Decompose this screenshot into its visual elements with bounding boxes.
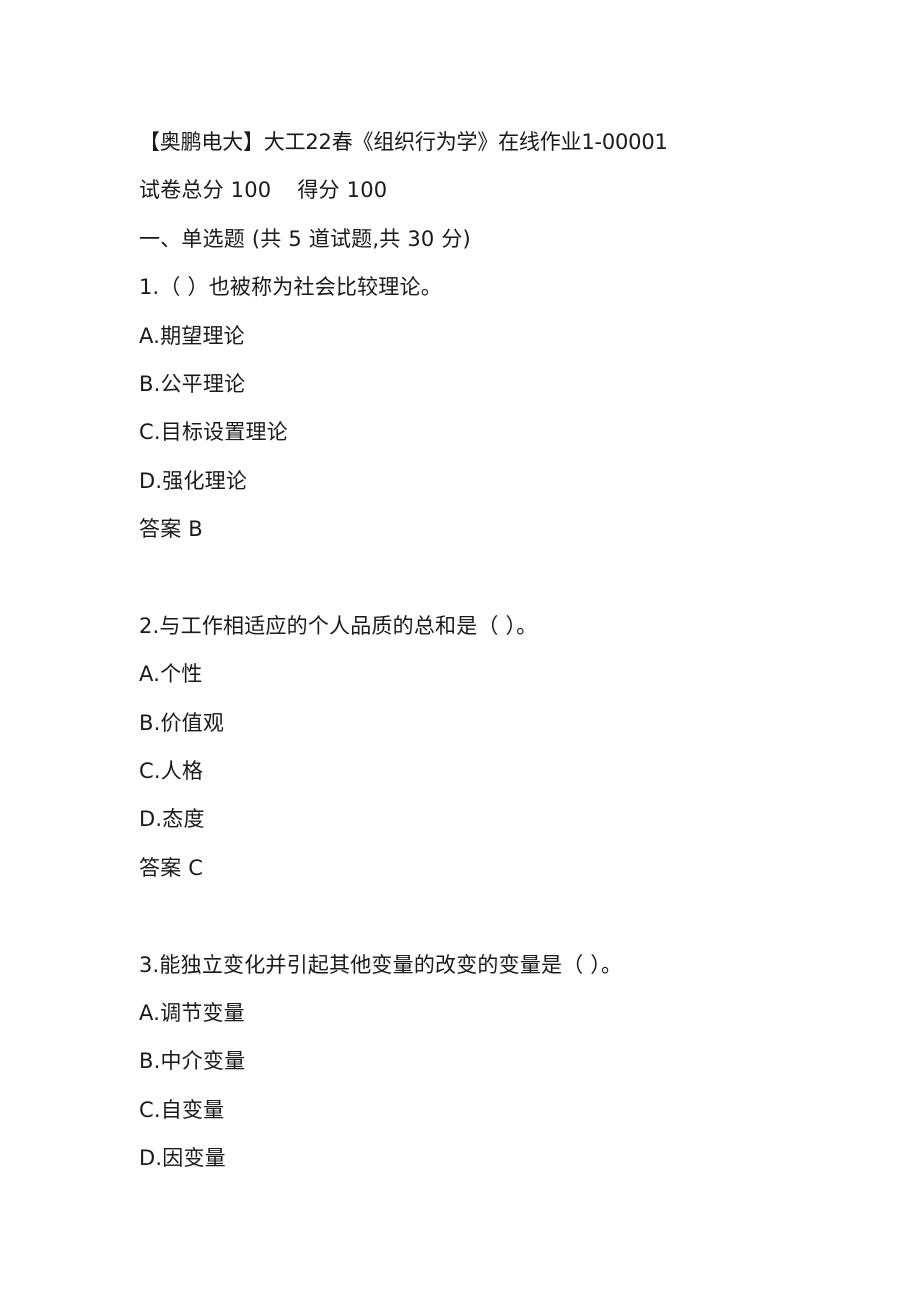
option-c: C.人格: [139, 759, 204, 784]
option-a: A.个性: [139, 662, 203, 687]
question-stem: 3.能独立变化并引起其他变量的改变的变量是（ ）。: [139, 952, 623, 977]
answer: 答案 C: [139, 855, 204, 880]
answer: 答案 B: [139, 517, 203, 542]
question-2: 2.与工作相适应的个人品质的总和是（ ）。 A.个性 B.价值观 C.人格 D.…: [139, 602, 839, 892]
option-a: A.调节变量: [139, 1001, 245, 1026]
section-heading: 一、单选题 (共 5 道试题,共 30 分): [139, 226, 471, 251]
option-c: C.目标设置理论: [139, 420, 288, 445]
document-page: 【奥鹏电大】大工22春《组织行为学》在线作业1-00001 试卷总分 100 得分…: [139, 118, 839, 1183]
option-a: A.期望理论: [139, 323, 245, 348]
option-d: D.强化理论: [139, 468, 248, 493]
option-b: B.公平理论: [139, 371, 246, 396]
option-b: B.价值观: [139, 710, 225, 735]
question-3: 3.能独立变化并引起其他变量的改变的变量是（ ）。 A.调节变量 B.中介变量 …: [139, 941, 839, 1183]
question-stem: 1.（ ）也被称为社会比较理论。: [139, 275, 442, 300]
question-stem: 2.与工作相适应的个人品质的总和是（ ）。: [139, 613, 538, 638]
question-1: 1.（ ）也被称为社会比较理论。 A.期望理论 B.公平理论 C.目标设置理论 …: [139, 263, 839, 553]
option-d: D.态度: [139, 807, 205, 832]
option-d: D.因变量: [139, 1146, 226, 1171]
document-title: 【奥鹏电大】大工22春《组织行为学》在线作业1-00001: [139, 130, 668, 154]
total-score: 试卷总分 100: [139, 178, 272, 203]
option-b: B.中介变量: [139, 1049, 246, 1074]
option-c: C.自变量: [139, 1097, 225, 1122]
score-line: 试卷总分 100 得分 100: [139, 166, 839, 214]
obtained-score: 得分 100: [297, 178, 388, 203]
